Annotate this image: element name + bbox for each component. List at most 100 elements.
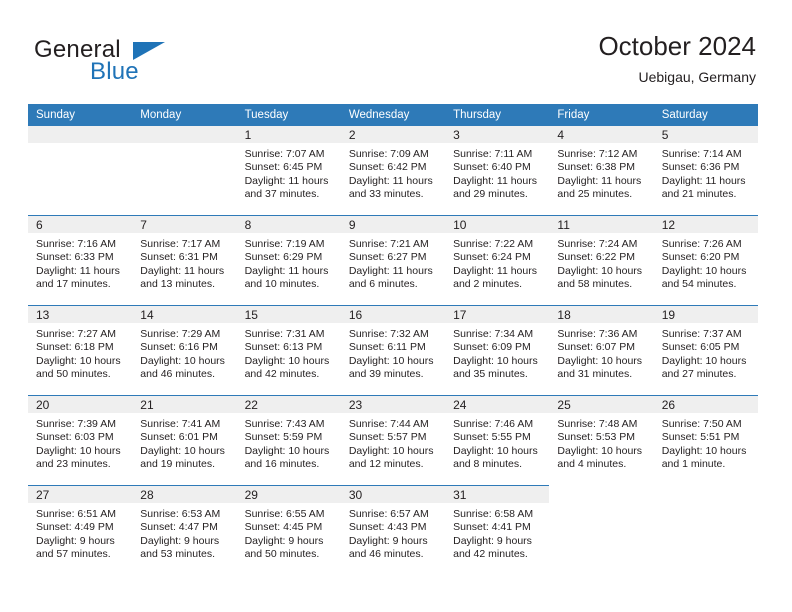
daylight-text: Daylight: 10 hours and 50 minutes. — [36, 354, 121, 381]
day-cell-4[interactable]: 4 Sunrise: 7:12 AM Sunset: 6:38 PM Daylight… — [549, 126, 654, 216]
sunrise-text: Sunrise: 7:16 AM — [36, 238, 116, 250]
day-cell-1[interactable]: 1 Sunrise: 7:07 AM Sunset: 6:45 PM Daylight… — [236, 126, 341, 216]
sunset-text: Sunset: 6:05 PM — [661, 341, 740, 354]
sunrise-text: Sunrise: 7:09 AM — [348, 148, 429, 160]
day-number: 14 — [132, 306, 237, 323]
day-number: 27 — [28, 486, 133, 503]
weekday-header-monday: Monday — [132, 104, 237, 126]
sunset-text: Sunset: 6:38 PM — [557, 161, 636, 174]
sunset-text: Sunset: 5:55 PM — [453, 431, 531, 444]
sunrise-text: Sunrise: 7:44 AM — [348, 418, 429, 430]
day-cell-29[interactable]: 29 Sunrise: 6:55 AM Sunset: 4:45 PM Dayligh… — [236, 485, 341, 575]
day-cell-18[interactable]: 18 Sunrise: 7:36 AM Sunset: 6:07 PM Dayligh… — [549, 305, 654, 396]
day-cell-28[interactable]: 28 Sunrise: 6:53 AM Sunset: 4:47 PM Dayligh… — [132, 485, 237, 575]
day-cell-23[interactable]: 23 Sunrise: 7:44 AM Sunset: 5:57 PM Dayligh… — [340, 395, 446, 486]
day-cell-2[interactable]: 2 Sunrise: 7:09 AM Sunset: 6:42 PM Daylight… — [340, 126, 446, 216]
sunset-text: Sunset: 6:01 PM — [140, 431, 218, 444]
day-number: 7 — [132, 216, 237, 233]
day-cell-20[interactable]: 20 Sunrise: 7:39 AM Sunset: 6:03 PM Dayligh… — [28, 395, 133, 486]
day-cell-27[interactable]: 27 Sunrise: 6:51 AM Sunset: 4:49 PM Dayligh… — [28, 485, 133, 575]
sunset-text: Sunset: 5:53 PM — [557, 431, 636, 444]
day-number: 26 — [653, 396, 758, 413]
sunrise-text: Sunrise: 7:36 AM — [557, 328, 638, 340]
calendar-week-row: 27 Sunrise: 6:51 AM Sunset: 4:49 PM Dayligh… — [28, 485, 758, 575]
day-cell-19[interactable]: 19 Sunrise: 7:37 AM Sunset: 6:05 PM Dayligh… — [653, 305, 758, 396]
sunrise-text: Sunrise: 7:27 AM — [36, 328, 116, 340]
day-cell-6[interactable]: 6 Sunrise: 7:16 AM Sunset: 6:33 PM Daylight… — [28, 215, 133, 306]
sunrise-text: Sunrise: 7:17 AM — [140, 238, 221, 250]
sunset-text: Sunset: 6:29 PM — [244, 251, 323, 264]
day-cell-12[interactable]: 12 Sunrise: 7:26 AM Sunset: 6:20 PM Dayligh… — [653, 215, 758, 306]
weekday-header-thursday: Thursday — [445, 104, 550, 126]
day-cell-13[interactable]: 13 Sunrise: 7:27 AM Sunset: 6:18 PM Dayligh… — [28, 305, 133, 396]
day-cell-10[interactable]: 10 Sunrise: 7:22 AM Sunset: 6:24 PM Dayligh… — [445, 215, 550, 306]
day-details: Sunrise: 7:21 AM Sunset: 6:27 PM Daylight:… — [341, 233, 445, 292]
day-details: Sunrise: 7:46 AM Sunset: 5:55 PM Daylight:… — [445, 413, 549, 472]
day-number: 13 — [28, 306, 133, 323]
daylight-text: Daylight: 10 hours and 42 minutes. — [244, 354, 330, 381]
page-header: General Blue October 2024 Uebigau, Germa… — [0, 0, 792, 100]
day-cell-31[interactable]: 31 Sunrise: 6:58 AM Sunset: 4:41 PM Dayligh… — [445, 485, 550, 575]
day-number: 16 — [340, 306, 446, 323]
day-cell-26[interactable]: 26 Sunrise: 7:50 AM Sunset: 5:51 PM Dayligh… — [653, 395, 758, 486]
day-cell-empty — [549, 485, 654, 575]
daylight-text: Daylight: 10 hours and 54 minutes. — [661, 264, 747, 291]
calendar-week-row: 6 Sunrise: 7:16 AM Sunset: 6:33 PM Daylight… — [28, 215, 758, 306]
day-cell-16[interactable]: 16 Sunrise: 7:32 AM Sunset: 6:11 PM Dayligh… — [340, 305, 446, 396]
sunset-text: Sunset: 6:20 PM — [661, 251, 740, 264]
day-cell-11[interactable]: 11 Sunrise: 7:24 AM Sunset: 6:22 PM Dayligh… — [549, 215, 654, 306]
day-number: 9 — [340, 216, 446, 233]
sunrise-text: Sunrise: 7:26 AM — [661, 238, 742, 250]
sunset-text: Sunset: 6:09 PM — [453, 341, 531, 354]
sunrise-text: Sunrise: 7:22 AM — [453, 238, 534, 250]
day-cell-24[interactable]: 24 Sunrise: 7:46 AM Sunset: 5:55 PM Dayligh… — [445, 395, 550, 486]
daylight-text: Daylight: 10 hours and 19 minutes. — [140, 444, 225, 471]
day-cell-21[interactable]: 21 Sunrise: 7:41 AM Sunset: 6:01 PM Dayligh… — [132, 395, 237, 486]
sunset-text: Sunset: 6:36 PM — [661, 161, 740, 174]
calendar-week-row: 13 Sunrise: 7:27 AM Sunset: 6:18 PM Dayligh… — [28, 305, 758, 396]
day-number: 30 — [340, 486, 446, 503]
calendar-grid: Sunday Monday Tuesday Wednesday Thursday Frid… — [28, 104, 758, 575]
sunrise-text: Sunrise: 7:34 AM — [453, 328, 534, 340]
page-subtitle: Uebigau, Germany — [638, 68, 756, 85]
day-cell-7[interactable]: 7 Sunrise: 7:17 AM Sunset: 6:31 PM Daylight… — [132, 215, 237, 306]
day-details: Sunrise: 7:24 AM Sunset: 6:22 PM Daylight:… — [549, 233, 653, 292]
day-details: Sunrise: 7:44 AM Sunset: 5:57 PM Daylight:… — [341, 413, 445, 472]
daylight-text: Daylight: 10 hours and 8 minutes. — [453, 444, 538, 471]
day-number: 1 — [236, 126, 341, 143]
day-cell-22[interactable]: 22 Sunrise: 7:43 AM Sunset: 5:59 PM Dayligh… — [236, 395, 341, 486]
day-cell-17[interactable]: 17 Sunrise: 7:34 AM Sunset: 6:09 PM Dayligh… — [445, 305, 550, 396]
calendar-week-row: 1 Sunrise: 7:07 AM Sunset: 6:45 PM Daylight… — [28, 126, 758, 216]
day-cell-15[interactable]: 15 Sunrise: 7:31 AM Sunset: 6:13 PM Dayligh… — [236, 305, 341, 396]
day-details: Sunrise: 7:48 AM Sunset: 5:53 PM Daylight:… — [549, 413, 653, 472]
day-number: 19 — [653, 306, 758, 323]
day-number: 6 — [28, 216, 133, 233]
day-details: Sunrise: 7:41 AM Sunset: 6:01 PM Daylight:… — [132, 413, 236, 472]
daylight-text: Daylight: 11 hours and 10 minutes. — [244, 264, 329, 291]
day-cell-3[interactable]: 3 Sunrise: 7:11 AM Sunset: 6:40 PM Daylight… — [445, 126, 550, 216]
day-cell-14[interactable]: 14 Sunrise: 7:29 AM Sunset: 6:16 PM Dayligh… — [132, 305, 237, 396]
day-details: Sunrise: 7:27 AM Sunset: 6:18 PM Daylight:… — [28, 323, 132, 382]
day-cell-9[interactable]: 9 Sunrise: 7:21 AM Sunset: 6:27 PM Daylight… — [340, 215, 446, 306]
sunset-text: Sunset: 6:33 PM — [36, 251, 114, 264]
day-cell-30[interactable]: 30 Sunrise: 6:57 AM Sunset: 4:43 PM Dayligh… — [340, 485, 446, 575]
day-number: 24 — [445, 396, 550, 413]
sunrise-text: Sunrise: 6:58 AM — [453, 508, 534, 520]
day-cell-25[interactable]: 25 Sunrise: 7:48 AM Sunset: 5:53 PM Dayligh… — [549, 395, 654, 486]
day-number: 2 — [340, 126, 446, 143]
day-details: Sunrise: 6:55 AM Sunset: 4:45 PM Daylight:… — [237, 503, 341, 562]
daylight-text: Daylight: 10 hours and 46 minutes. — [140, 354, 225, 381]
daylight-text: Daylight: 10 hours and 4 minutes. — [557, 444, 643, 471]
day-details: Sunrise: 7:16 AM Sunset: 6:33 PM Daylight:… — [28, 233, 132, 292]
sunset-text: Sunset: 4:45 PM — [244, 521, 323, 534]
brand-logo[interactable]: General Blue — [34, 36, 234, 88]
day-details: Sunrise: 7:09 AM Sunset: 6:42 PM Daylight:… — [341, 143, 445, 202]
day-details: Sunrise: 7:07 AM Sunset: 6:45 PM Daylight:… — [237, 143, 341, 202]
day-number: 10 — [445, 216, 550, 233]
day-cell-5[interactable]: 5 Sunrise: 7:14 AM Sunset: 6:36 PM Daylight… — [653, 126, 758, 216]
sunset-text: Sunset: 4:41 PM — [453, 521, 531, 534]
sunrise-text: Sunrise: 7:46 AM — [453, 418, 534, 430]
day-cell-8[interactable]: 8 Sunrise: 7:19 AM Sunset: 6:29 PM Daylight… — [236, 215, 341, 306]
calendar-week-row: 20 Sunrise: 7:39 AM Sunset: 6:03 PM Dayligh… — [28, 395, 758, 486]
day-details: Sunrise: 7:29 AM Sunset: 6:16 PM Daylight:… — [132, 323, 236, 382]
